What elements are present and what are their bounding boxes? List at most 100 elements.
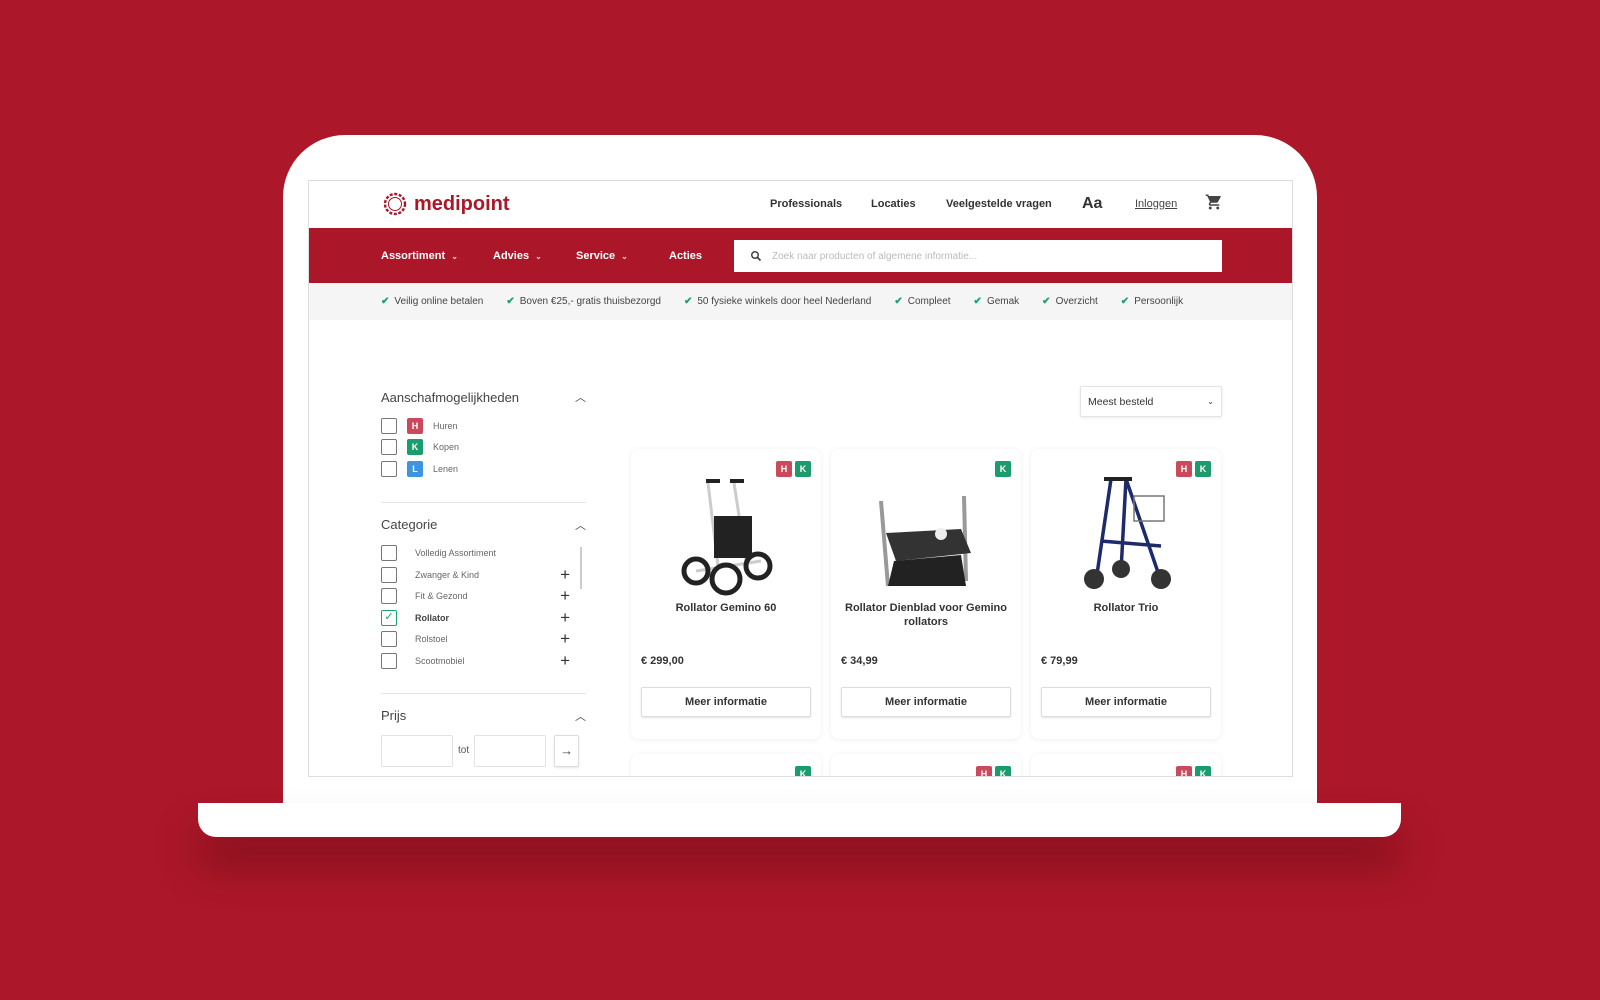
product-title[interactable]: Rollator Trio xyxy=(1041,601,1211,615)
top-bar: medipoint Professionals Locaties Veelges… xyxy=(309,181,1292,228)
option-label: Scootmobiel xyxy=(415,655,465,666)
check-icon: ✔ xyxy=(973,296,982,307)
usp-item: ✔ Veilig online betalen xyxy=(381,296,483,307)
apply-price-button[interactable]: → xyxy=(554,734,580,767)
link-professionals[interactable]: Professionals xyxy=(770,198,842,210)
product-image-tray xyxy=(879,495,971,587)
nav-assortiment[interactable]: Assortiment ⌄ xyxy=(381,250,458,262)
search-placeholder: Zoek naar producten of algemene informat… xyxy=(772,250,978,262)
nav-service[interactable]: Service ⌄ xyxy=(576,250,628,262)
badge-k: K xyxy=(1195,461,1211,477)
option-kopen[interactable]: K Kopen xyxy=(381,437,586,459)
checkbox-checked[interactable]: ✓ xyxy=(381,609,397,626)
checkbox[interactable] xyxy=(381,545,397,562)
badge-k: K xyxy=(995,766,1011,776)
option-lenen[interactable]: L Lenen xyxy=(381,458,586,480)
checkbox[interactable] xyxy=(381,439,397,456)
login-link[interactable]: Inloggen xyxy=(1135,198,1177,210)
search-input[interactable]: Zoek naar producten of algemene informat… xyxy=(734,240,1222,272)
font-size-toggle[interactable]: Aa xyxy=(1082,195,1102,213)
cart-icon[interactable] xyxy=(1205,193,1223,211)
price-max-input[interactable] xyxy=(474,734,547,767)
link-locaties[interactable]: Locaties xyxy=(871,198,916,210)
option-label: Huren xyxy=(433,420,458,431)
usp-bar: ✔ Veilig online betalen ✔ Boven €25,- grat… xyxy=(309,283,1292,320)
category-option[interactable]: Rolstoel + xyxy=(381,629,586,651)
category-option[interactable]: ✓ Rollator + xyxy=(381,607,586,629)
nav-label: Advies xyxy=(493,250,530,262)
link-faq[interactable]: Veelgestelde vragen xyxy=(946,198,1052,210)
chevron-up-icon[interactable]: ︿ xyxy=(575,389,586,405)
filter-title: Aanschafmogelijkheden xyxy=(381,389,520,405)
scrollbar[interactable] xyxy=(580,546,582,589)
checkbox[interactable] xyxy=(381,631,397,648)
chevron-down-icon: ⌄ xyxy=(621,252,628,261)
divider xyxy=(381,501,586,503)
badges: K xyxy=(795,766,811,776)
price-min-input[interactable] xyxy=(381,734,453,767)
checkbox[interactable] xyxy=(381,460,397,477)
stage: medipoint Professionals Locaties Veelges… xyxy=(16,10,1584,990)
chevron-up-icon[interactable]: ︿ xyxy=(575,517,586,533)
category-option[interactable]: Zwanger & Kind + xyxy=(381,564,586,586)
usp-text: Compleet xyxy=(907,296,951,307)
more-info-button[interactable]: Meer informatie xyxy=(1041,687,1211,717)
checkbox[interactable] xyxy=(381,417,397,434)
product-card[interactable]: K Rollator Dienblad voor Gemino rollator… xyxy=(831,449,1021,739)
price-between-label: tot xyxy=(458,745,470,756)
option-label: Fit & Gezond xyxy=(415,591,468,602)
checkbox[interactable] xyxy=(381,652,397,669)
filter-category-header[interactable]: Categorie ︿ xyxy=(381,515,586,535)
product-card[interactable]: HK Rollator Trio € 79,99 Meer informatie xyxy=(1031,449,1221,739)
category-options: Volledig Assortiment Zwanger & Kind + Fit… xyxy=(381,543,586,672)
arrow-right-icon: → xyxy=(560,743,574,758)
filter-price-header[interactable]: Prijs ︿ xyxy=(381,706,586,726)
usp-text: Veilig online betalen xyxy=(394,296,484,307)
nav-acties[interactable]: Acties xyxy=(669,250,702,262)
logo[interactable]: medipoint xyxy=(381,190,510,218)
category-option[interactable]: Scootmobiel + xyxy=(381,650,586,672)
option-label: Rolstoel xyxy=(415,634,448,645)
more-info-button[interactable]: Meer informatie xyxy=(641,687,811,717)
plus-icon[interactable]: + xyxy=(560,586,570,606)
filter-title: Prijs xyxy=(381,708,407,723)
product-title[interactable]: Rollator Gemino 60 xyxy=(641,601,811,615)
usp-text: Persoonlijk xyxy=(1134,296,1184,307)
plus-icon[interactable]: + xyxy=(560,608,570,628)
badge-h: H xyxy=(407,417,423,434)
filter-purchase-header[interactable]: Aanschafmogelijkheden ︿ xyxy=(381,387,586,407)
badge-l: L xyxy=(407,460,423,477)
check-icon: ✔ xyxy=(894,296,903,307)
product-card[interactable]: HK xyxy=(831,754,1021,776)
plus-icon[interactable]: + xyxy=(560,651,570,671)
purchase-options: H Huren K Kopen L Lenen xyxy=(381,415,586,480)
checkbox[interactable] xyxy=(381,566,397,583)
price-range: tot → xyxy=(381,734,586,767)
option-huren[interactable]: H Huren xyxy=(381,415,586,437)
category-option[interactable]: Volledig Assortiment xyxy=(381,543,586,565)
badge-h: H xyxy=(1176,766,1192,776)
option-label: Zwanger & Kind xyxy=(415,569,480,580)
usp-item: ✔ Boven €25,- gratis thuisbezorgd xyxy=(506,296,661,307)
product-title[interactable]: Rollator Dienblad voor Gemino rollators xyxy=(841,601,1011,629)
product-card[interactable]: K xyxy=(631,754,821,776)
search-icon xyxy=(751,251,762,262)
sort-select[interactable]: Meest besteld ⌄ xyxy=(1080,386,1222,417)
chevron-up-icon[interactable]: ︿ xyxy=(575,708,586,724)
checkbox[interactable] xyxy=(381,588,397,605)
badges: HK xyxy=(976,766,1011,776)
medipoint-logo-icon xyxy=(383,192,407,216)
usp-text: Overzicht xyxy=(1055,296,1098,307)
plus-icon[interactable]: + xyxy=(560,629,570,649)
badges: HK xyxy=(1176,766,1211,776)
plus-icon[interactable]: + xyxy=(560,565,570,585)
logo-text: medipoint xyxy=(414,192,510,215)
product-card[interactable]: HK xyxy=(1031,754,1221,776)
more-info-button[interactable]: Meer informatie xyxy=(841,687,1011,717)
check-icon: ✔ xyxy=(683,296,693,307)
category-option[interactable]: Fit & Gezond + xyxy=(381,586,586,608)
usp-item: ✔ Gemak xyxy=(974,296,1020,307)
product-card[interactable]: HK Rollator Gemino 60 € 299,00 Meer info… xyxy=(631,449,821,739)
usp-text: Boven €25,- gratis thuisbezorgd xyxy=(519,296,661,307)
nav-advies[interactable]: Advies ⌄ xyxy=(493,250,542,262)
